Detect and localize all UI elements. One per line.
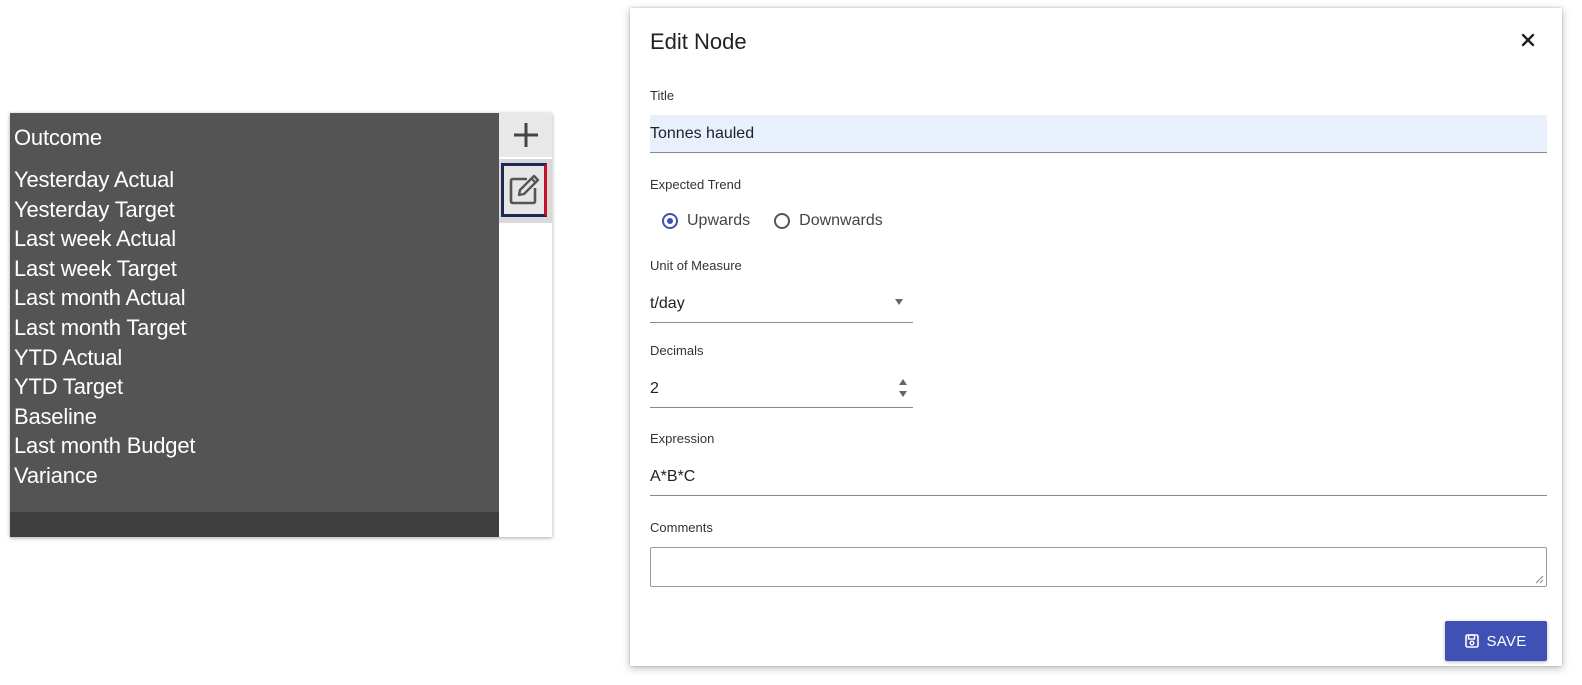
- metric-item: Last month Budget: [14, 433, 196, 459]
- metric-item: Last month Actual: [14, 285, 186, 311]
- title-label: Title: [650, 88, 675, 103]
- metric-item: Last week Target: [14, 255, 177, 281]
- metric-item: Variance: [14, 462, 98, 488]
- plus-icon: [513, 123, 538, 147]
- node-toolbar: [499, 113, 552, 537]
- metric-item: YTD Actual: [14, 344, 123, 370]
- decimals-value: 2: [650, 380, 659, 397]
- comments-label: Comments: [650, 520, 713, 535]
- resize-grip-icon[interactable]: [1534, 574, 1544, 584]
- radio-label: Downwards: [799, 212, 883, 229]
- save-button[interactable]: SAVE: [1445, 621, 1547, 661]
- edit-node-button[interactable]: [501, 163, 547, 217]
- expression-value: A*B*C: [650, 468, 696, 485]
- metric-item: Yesterday Target: [14, 196, 175, 222]
- edit-button-wrapper: [499, 159, 552, 223]
- node-metrics-list: Yesterday Actual Yesterday Target Last w…: [14, 165, 195, 491]
- close-icon: [1521, 33, 1535, 47]
- decimals-label: Decimals: [650, 343, 704, 358]
- comments-textarea[interactable]: [650, 547, 1547, 587]
- metric-item: YTD Target: [14, 374, 123, 400]
- edit-icon: [509, 174, 540, 205]
- dialog-title: Edit Node: [650, 29, 747, 54]
- stepper-up-icon[interactable]: [899, 379, 907, 385]
- dropdown-arrow-icon: [895, 299, 903, 305]
- radio-label: Upwards: [687, 212, 751, 229]
- metric-item: Baseline: [14, 403, 97, 429]
- expression-input[interactable]: A*B*C: [650, 458, 1547, 496]
- metric-item: Last month Target: [14, 314, 187, 340]
- close-button[interactable]: [1516, 28, 1540, 52]
- expression-label: Expression: [650, 431, 715, 446]
- node-footer-bar: [10, 512, 499, 537]
- radio-unchecked-icon: [774, 213, 791, 229]
- radio-checked-icon: [662, 213, 678, 229]
- edit-node-dialog: Edit Node Title Expected Trend Upwards D…: [630, 8, 1562, 666]
- title-input[interactable]: [650, 115, 1547, 153]
- trend-upwards-radio[interactable]: Upwards: [662, 212, 750, 230]
- trend-downwards-radio[interactable]: Downwards: [774, 212, 883, 230]
- stepper-down-icon[interactable]: [899, 391, 907, 397]
- unit-of-measure-label: Unit of Measure: [650, 258, 742, 273]
- decimals-input[interactable]: 2: [650, 370, 913, 408]
- metric-item: Yesterday Actual: [14, 167, 174, 192]
- node-card: Outcome Yesterday Actual Yesterday Targe…: [10, 113, 552, 537]
- node-title: Outcome: [14, 125, 102, 150]
- expected-trend-radio-group: Upwards Downwards: [662, 212, 907, 230]
- expected-trend-label: Expected Trend: [650, 177, 742, 192]
- number-stepper[interactable]: [897, 378, 909, 400]
- metric-item: Last week Actual: [14, 226, 176, 252]
- unit-of-measure-select[interactable]: t/day: [650, 285, 913, 323]
- unit-of-measure-value: t/day: [650, 295, 685, 312]
- save-label: SAVE: [1486, 632, 1527, 650]
- node-body: Outcome Yesterday Actual Yesterday Targe…: [10, 113, 499, 537]
- add-node-button[interactable]: [499, 113, 552, 157]
- save-icon: [1465, 634, 1480, 648]
